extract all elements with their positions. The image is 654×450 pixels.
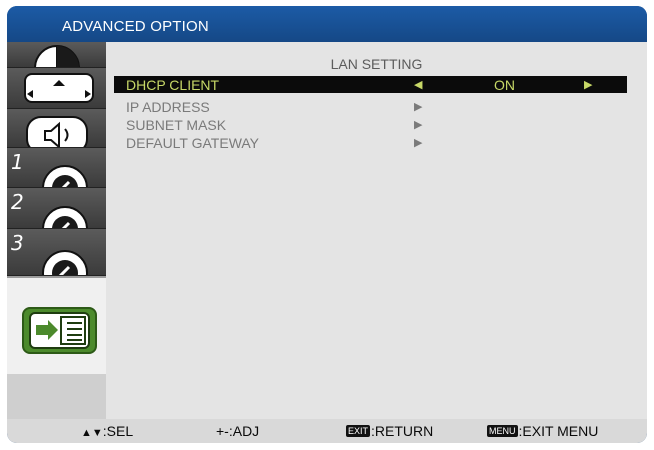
exit-menu-hint: MENU:EXIT MENU: [487, 423, 599, 439]
sidebar-empty-area: [7, 374, 106, 419]
return-hint: EXIT:RETURN: [346, 423, 434, 439]
window-title: ADVANCED OPTION: [62, 18, 209, 35]
tab-advanced-option[interactable]: [7, 276, 106, 376]
exit-key-icon: EXIT: [346, 425, 371, 438]
tab-screen[interactable]: [7, 68, 106, 109]
tab-audio[interactable]: [7, 109, 106, 148]
adjust-hint: +-:ADJ: [216, 423, 260, 439]
up-down-arrows-icon: ▲▼: [81, 427, 103, 439]
menu-item-label: DEFAULT GATEWAY: [126, 135, 260, 151]
tab-number: 1: [11, 150, 24, 174]
tab-configuration-2[interactable]: 2: [7, 188, 106, 229]
submenu-arrow-icon: ▶: [414, 137, 423, 149]
title-bar: ADVANCED OPTION: [7, 6, 647, 42]
select-hint: ▲▼:SEL: [81, 423, 134, 439]
menu-body: 1 2 3 LAN SETTING DHCP CLIENT ◀ ON ▶ IP …: [7, 42, 647, 419]
menu-key-icon: MENU: [487, 425, 518, 438]
key-guide-bar: ▲▼:SEL +-:ADJ EXIT:RETURN MENU:EXIT MENU: [7, 419, 647, 443]
tab-number: 2: [11, 190, 24, 214]
right-arrow-icon[interactable]: ▶: [584, 78, 592, 91]
menu-item-label: DHCP CLIENT: [126, 77, 220, 93]
menu-item-ip-address[interactable]: IP ADDRESS ▶: [114, 98, 627, 115]
tab-number: 3: [11, 231, 24, 255]
osd-window: ADVANCED OPTION 1 2 3 LAN SETTING DHCP C…: [7, 6, 647, 443]
menu-item-default-gateway[interactable]: DEFAULT GATEWAY ▶: [114, 134, 627, 151]
submenu-arrow-icon: ▶: [414, 101, 423, 113]
screen-adjust-icon: [24, 73, 94, 103]
menu-item-dhcp-client[interactable]: DHCP CLIENT ◀ ON ▶: [114, 76, 627, 93]
submenu-arrow-icon: ▶: [414, 119, 423, 131]
menu-item-label: SUBNET MASK: [126, 117, 227, 133]
tab-configuration-3[interactable]: 3: [7, 229, 106, 276]
tab-picture[interactable]: [7, 42, 106, 68]
left-arrow-icon[interactable]: ◀: [414, 78, 422, 91]
picture-icon: [34, 45, 80, 67]
menu-item-value: ON: [494, 77, 515, 93]
tab-configuration-1[interactable]: 1: [7, 148, 106, 188]
menu-item-label: IP ADDRESS: [126, 99, 210, 115]
advanced-option-icon: [22, 307, 97, 354]
menu-heading: LAN SETTING: [330, 56, 423, 72]
menu-panel: LAN SETTING DHCP CLIENT ◀ ON ▶ IP ADDRES…: [106, 42, 647, 419]
audio-icon: [26, 116, 88, 147]
sidebar: 1 2 3: [7, 42, 106, 419]
menu-item-subnet-mask[interactable]: SUBNET MASK ▶: [114, 116, 627, 133]
